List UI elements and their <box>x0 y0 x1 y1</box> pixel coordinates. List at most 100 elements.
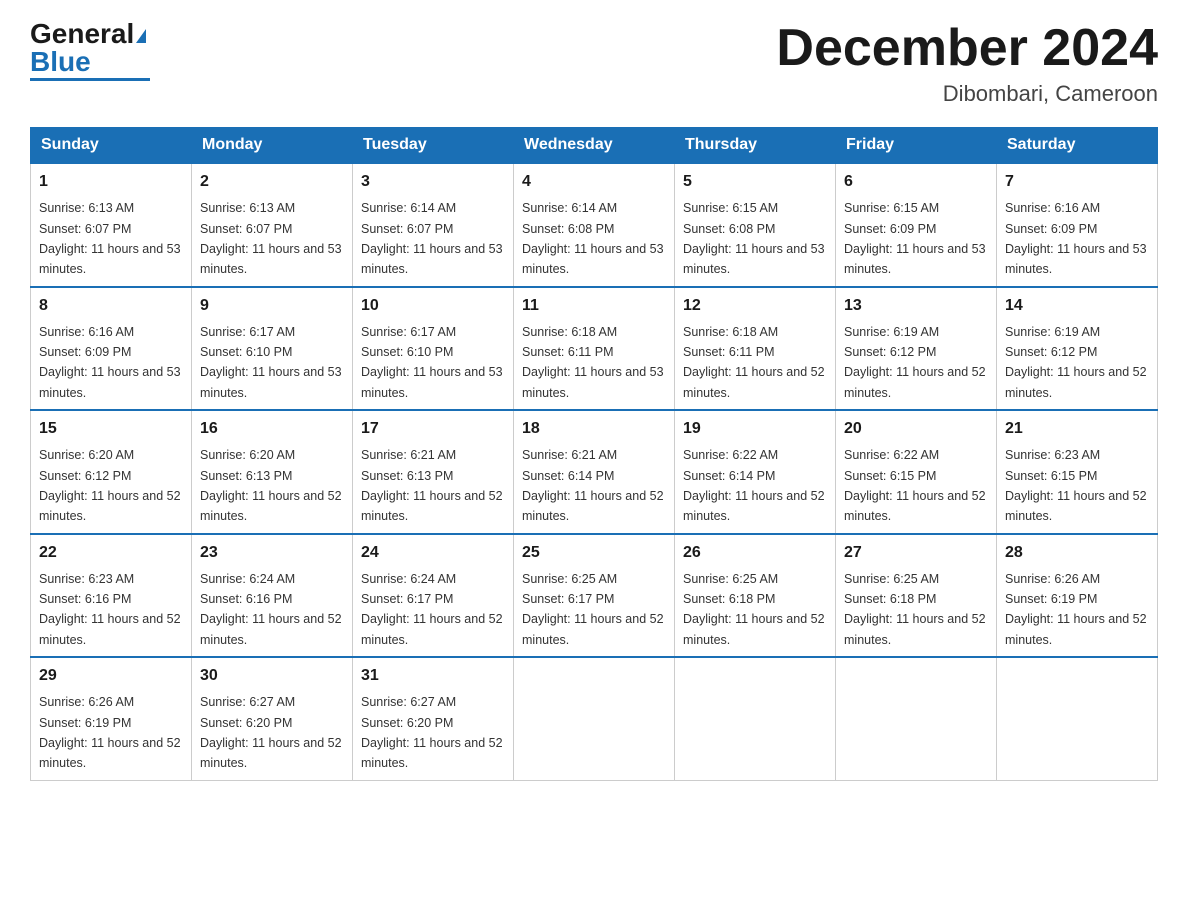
day-number: 10 <box>361 294 505 318</box>
table-row <box>514 657 675 780</box>
table-row: 18 Sunrise: 6:21 AMSunset: 6:14 PMDaylig… <box>514 410 675 534</box>
col-wednesday: Wednesday <box>514 128 675 164</box>
col-monday: Monday <box>192 128 353 164</box>
day-number: 18 <box>522 417 666 441</box>
table-row: 30 Sunrise: 6:27 AMSunset: 6:20 PMDaylig… <box>192 657 353 780</box>
day-info: Sunrise: 6:26 AMSunset: 6:19 PMDaylight:… <box>39 695 181 770</box>
table-row: 29 Sunrise: 6:26 AMSunset: 6:19 PMDaylig… <box>31 657 192 780</box>
day-number: 16 <box>200 417 344 441</box>
day-number: 5 <box>683 170 827 194</box>
day-info: Sunrise: 6:18 AMSunset: 6:11 PMDaylight:… <box>683 325 825 400</box>
day-number: 26 <box>683 541 827 565</box>
table-row: 24 Sunrise: 6:24 AMSunset: 6:17 PMDaylig… <box>353 534 514 658</box>
day-number: 21 <box>1005 417 1149 441</box>
day-number: 19 <box>683 417 827 441</box>
day-number: 28 <box>1005 541 1149 565</box>
day-info: Sunrise: 6:27 AMSunset: 6:20 PMDaylight:… <box>361 695 503 770</box>
logo-blue: Blue <box>30 46 91 77</box>
col-saturday: Saturday <box>997 128 1158 164</box>
table-row: 10 Sunrise: 6:17 AMSunset: 6:10 PMDaylig… <box>353 287 514 411</box>
logo: General Blue <box>30 20 150 81</box>
day-info: Sunrise: 6:22 AMSunset: 6:14 PMDaylight:… <box>683 448 825 523</box>
table-row: 2 Sunrise: 6:13 AMSunset: 6:07 PMDayligh… <box>192 163 353 287</box>
title-block: December 2024 Dibombari, Cameroon <box>776 20 1158 107</box>
calendar-week-row: 15 Sunrise: 6:20 AMSunset: 6:12 PMDaylig… <box>31 410 1158 534</box>
day-info: Sunrise: 6:13 AMSunset: 6:07 PMDaylight:… <box>200 201 342 276</box>
logo-general: General <box>30 18 134 49</box>
col-friday: Friday <box>836 128 997 164</box>
table-row: 23 Sunrise: 6:24 AMSunset: 6:16 PMDaylig… <box>192 534 353 658</box>
table-row: 14 Sunrise: 6:19 AMSunset: 6:12 PMDaylig… <box>997 287 1158 411</box>
day-number: 14 <box>1005 294 1149 318</box>
table-row: 11 Sunrise: 6:18 AMSunset: 6:11 PMDaylig… <box>514 287 675 411</box>
calendar-week-row: 29 Sunrise: 6:26 AMSunset: 6:19 PMDaylig… <box>31 657 1158 780</box>
day-info: Sunrise: 6:21 AMSunset: 6:13 PMDaylight:… <box>361 448 503 523</box>
day-info: Sunrise: 6:17 AMSunset: 6:10 PMDaylight:… <box>361 325 503 400</box>
table-row: 16 Sunrise: 6:20 AMSunset: 6:13 PMDaylig… <box>192 410 353 534</box>
day-info: Sunrise: 6:25 AMSunset: 6:18 PMDaylight:… <box>683 572 825 647</box>
page-header: General Blue December 2024 Dibombari, Ca… <box>30 20 1158 107</box>
table-row: 12 Sunrise: 6:18 AMSunset: 6:11 PMDaylig… <box>675 287 836 411</box>
table-row: 27 Sunrise: 6:25 AMSunset: 6:18 PMDaylig… <box>836 534 997 658</box>
day-info: Sunrise: 6:24 AMSunset: 6:16 PMDaylight:… <box>200 572 342 647</box>
day-info: Sunrise: 6:25 AMSunset: 6:18 PMDaylight:… <box>844 572 986 647</box>
day-number: 1 <box>39 170 183 194</box>
day-number: 7 <box>1005 170 1149 194</box>
calendar-week-row: 8 Sunrise: 6:16 AMSunset: 6:09 PMDayligh… <box>31 287 1158 411</box>
day-info: Sunrise: 6:19 AMSunset: 6:12 PMDaylight:… <box>1005 325 1147 400</box>
day-number: 17 <box>361 417 505 441</box>
day-number: 25 <box>522 541 666 565</box>
calendar-header-row: Sunday Monday Tuesday Wednesday Thursday… <box>31 128 1158 164</box>
table-row: 26 Sunrise: 6:25 AMSunset: 6:18 PMDaylig… <box>675 534 836 658</box>
table-row: 9 Sunrise: 6:17 AMSunset: 6:10 PMDayligh… <box>192 287 353 411</box>
table-row: 31 Sunrise: 6:27 AMSunset: 6:20 PMDaylig… <box>353 657 514 780</box>
day-info: Sunrise: 6:15 AMSunset: 6:09 PMDaylight:… <box>844 201 986 276</box>
day-number: 11 <box>522 294 666 318</box>
day-info: Sunrise: 6:20 AMSunset: 6:12 PMDaylight:… <box>39 448 181 523</box>
col-tuesday: Tuesday <box>353 128 514 164</box>
day-number: 22 <box>39 541 183 565</box>
day-info: Sunrise: 6:26 AMSunset: 6:19 PMDaylight:… <box>1005 572 1147 647</box>
col-thursday: Thursday <box>675 128 836 164</box>
logo-underline <box>30 78 150 81</box>
day-info: Sunrise: 6:16 AMSunset: 6:09 PMDaylight:… <box>1005 201 1147 276</box>
day-number: 29 <box>39 664 183 688</box>
table-row: 28 Sunrise: 6:26 AMSunset: 6:19 PMDaylig… <box>997 534 1158 658</box>
table-row: 1 Sunrise: 6:13 AMSunset: 6:07 PMDayligh… <box>31 163 192 287</box>
day-info: Sunrise: 6:21 AMSunset: 6:14 PMDaylight:… <box>522 448 664 523</box>
day-info: Sunrise: 6:23 AMSunset: 6:15 PMDaylight:… <box>1005 448 1147 523</box>
table-row: 4 Sunrise: 6:14 AMSunset: 6:08 PMDayligh… <box>514 163 675 287</box>
table-row: 25 Sunrise: 6:25 AMSunset: 6:17 PMDaylig… <box>514 534 675 658</box>
table-row: 6 Sunrise: 6:15 AMSunset: 6:09 PMDayligh… <box>836 163 997 287</box>
day-number: 6 <box>844 170 988 194</box>
day-info: Sunrise: 6:22 AMSunset: 6:15 PMDaylight:… <box>844 448 986 523</box>
day-info: Sunrise: 6:23 AMSunset: 6:16 PMDaylight:… <box>39 572 181 647</box>
day-info: Sunrise: 6:25 AMSunset: 6:17 PMDaylight:… <box>522 572 664 647</box>
table-row: 20 Sunrise: 6:22 AMSunset: 6:15 PMDaylig… <box>836 410 997 534</box>
day-info: Sunrise: 6:13 AMSunset: 6:07 PMDaylight:… <box>39 201 181 276</box>
logo-triangle-icon <box>136 29 146 43</box>
day-number: 24 <box>361 541 505 565</box>
day-info: Sunrise: 6:19 AMSunset: 6:12 PMDaylight:… <box>844 325 986 400</box>
day-number: 23 <box>200 541 344 565</box>
day-number: 15 <box>39 417 183 441</box>
day-info: Sunrise: 6:16 AMSunset: 6:09 PMDaylight:… <box>39 325 181 400</box>
day-number: 9 <box>200 294 344 318</box>
day-info: Sunrise: 6:14 AMSunset: 6:07 PMDaylight:… <box>361 201 503 276</box>
day-info: Sunrise: 6:15 AMSunset: 6:08 PMDaylight:… <box>683 201 825 276</box>
day-number: 13 <box>844 294 988 318</box>
location-title: Dibombari, Cameroon <box>776 81 1158 107</box>
day-number: 3 <box>361 170 505 194</box>
logo-text: General Blue <box>30 20 146 76</box>
day-info: Sunrise: 6:17 AMSunset: 6:10 PMDaylight:… <box>200 325 342 400</box>
table-row: 17 Sunrise: 6:21 AMSunset: 6:13 PMDaylig… <box>353 410 514 534</box>
day-number: 4 <box>522 170 666 194</box>
col-sunday: Sunday <box>31 128 192 164</box>
day-info: Sunrise: 6:14 AMSunset: 6:08 PMDaylight:… <box>522 201 664 276</box>
day-info: Sunrise: 6:20 AMSunset: 6:13 PMDaylight:… <box>200 448 342 523</box>
table-row: 5 Sunrise: 6:15 AMSunset: 6:08 PMDayligh… <box>675 163 836 287</box>
calendar-week-row: 1 Sunrise: 6:13 AMSunset: 6:07 PMDayligh… <box>31 163 1158 287</box>
day-info: Sunrise: 6:27 AMSunset: 6:20 PMDaylight:… <box>200 695 342 770</box>
calendar-table: Sunday Monday Tuesday Wednesday Thursday… <box>30 127 1158 781</box>
table-row: 8 Sunrise: 6:16 AMSunset: 6:09 PMDayligh… <box>31 287 192 411</box>
